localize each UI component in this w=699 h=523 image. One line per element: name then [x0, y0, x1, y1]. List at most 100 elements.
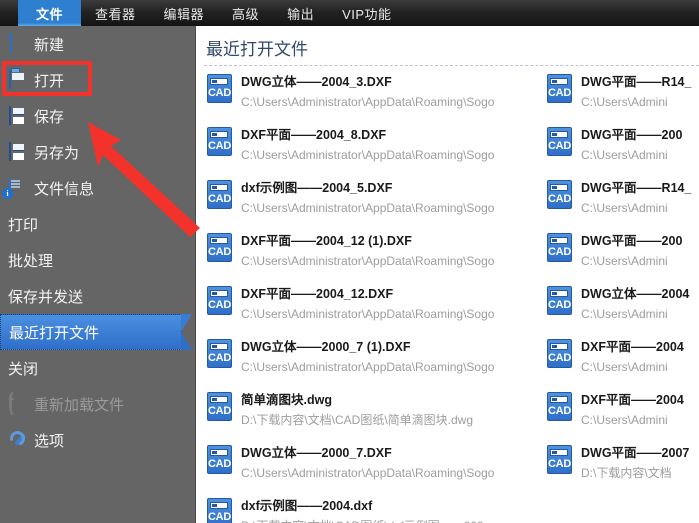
sidebar-item-print[interactable]: 打印: [0, 206, 195, 242]
sidebar-item-label: 关闭: [8, 360, 39, 378]
sidebar-item-label: 打印: [8, 216, 39, 234]
cad-file-icon: CAD: [546, 180, 574, 210]
cad-icon-label: CAD: [548, 352, 571, 364]
sidebar-item-label: 最近打开文件: [9, 324, 100, 342]
cad-icon-label: CAD: [208, 352, 231, 364]
cad-file-icon: CAD: [206, 180, 234, 210]
sidebar-item-new[interactable]: 新建: [0, 26, 195, 62]
recent-file-path: C:\Users\Administrator\AppData\Roaming\S…: [241, 307, 495, 321]
recent-files-grid: CAD DWG立体——2004_3.DXF C:\Users\Administr…: [196, 66, 699, 523]
recent-file-path: C:\Users\Administrator\AppData\Roaming\S…: [241, 254, 495, 268]
sidebar-item-label: 另存为: [34, 144, 80, 162]
sidebar-item-label: 新建: [34, 36, 65, 54]
sidebar-item-save[interactable]: 保存: [0, 98, 195, 134]
menu-tab-advanced[interactable]: 高级: [218, 0, 273, 26]
cad-icon-label: CAD: [548, 458, 571, 470]
panel-title-text: 最近打开文件: [206, 40, 308, 59]
cad-icon-label: CAD: [548, 246, 571, 258]
recent-file-name: DWG立体——2000_7 (1).DXF: [241, 340, 411, 354]
cad-file-icon: CAD: [206, 74, 234, 104]
recent-file-name: DXF平面——2004_8.DXF: [241, 128, 387, 142]
menu-tab-editor[interactable]: 编辑器: [150, 0, 219, 26]
recent-file-name: DWG平面——200: [581, 234, 683, 248]
recent-file-name: DXF平面——2004_12.DXF: [241, 287, 394, 301]
cad-file-icon: CAD: [206, 445, 234, 475]
recent-file-item[interactable]: CAD DWG平面——200 C:\Users\Admini: [542, 229, 699, 282]
recent-file-item[interactable]: CAD DWG立体——2004 C:\Users\Admini: [542, 282, 699, 335]
menu-tab-vip[interactable]: VIP功能: [328, 0, 405, 26]
cad-icon-label: CAD: [548, 140, 571, 152]
recent-file-path: C:\Users\Admini: [581, 413, 668, 427]
recent-file-item[interactable]: CAD DXF平面——2004_12 (1).DXF C:\Users\Admi…: [202, 229, 542, 282]
cad-file-icon: CAD: [546, 286, 574, 316]
cad-file-icon: CAD: [546, 445, 574, 475]
sidebar-item-label: 保存并发送: [8, 288, 84, 306]
selection-arrow-icon: [181, 314, 192, 350]
recent-file-item[interactable]: CAD 简单滴图块.dwg D:\下载内容\文档\CAD图纸\简单滴图块.dwg: [202, 388, 542, 441]
recent-file-name: DWG立体——2004: [581, 287, 690, 301]
save-as-disk-icon: [8, 141, 27, 162]
recent-file-name: DXF平面——2004: [581, 393, 684, 407]
title-divider: [204, 65, 699, 66]
cad-icon-label: CAD: [548, 193, 571, 205]
sidebar-item-label: 打开: [34, 72, 65, 90]
recent-file-path: C:\Users\Administrator\AppData\Roaming\S…: [241, 148, 495, 162]
cad-icon-label: CAD: [208, 405, 231, 417]
cad-file-icon: CAD: [206, 392, 234, 422]
recent-file-name: DWG平面——R14_: [581, 75, 692, 89]
cad-file-icon: CAD: [546, 339, 574, 369]
sidebar-item-open[interactable]: 打开: [0, 62, 195, 98]
cad-icon-label: CAD: [548, 405, 571, 417]
recent-file-name: DWG平面——R14_: [581, 181, 692, 195]
sidebar-item-save-as[interactable]: 另存为: [0, 134, 195, 170]
save-disk-icon: [8, 105, 27, 126]
recent-file-item[interactable]: CAD DXF平面——2004 C:\Users\Admini: [542, 388, 699, 441]
wrench-icon: [8, 431, 27, 450]
cad-icon-label: CAD: [208, 511, 231, 523]
menu-tab-file[interactable]: 文件: [18, 0, 82, 26]
recent-file-item[interactable]: CAD DXF平面——2004 C:\Users\Admini: [542, 335, 699, 388]
new-document-icon: [8, 33, 27, 54]
recent-files-panel: 最近打开文件 CAD DWG立体——2004_3.DXF C:\Users\Ad…: [196, 26, 699, 523]
recent-file-item[interactable]: CAD DWG平面——2007 D:\下载内容\文档: [542, 441, 699, 494]
recent-file-path: C:\Users\Administrator\AppData\Roaming\S…: [241, 201, 495, 215]
sidebar-item-recent-files[interactable]: 最近打开文件: [0, 314, 192, 350]
cad-icon-label: CAD: [208, 87, 231, 99]
file-menu-sidebar: 新建 打开 保存 另存为 文件信息 打印 批处理 保存并发送 最近打开文: [0, 26, 196, 523]
sidebar-item-save-and-send[interactable]: 保存并发送: [0, 278, 195, 314]
recent-file-item[interactable]: CAD dxf示例图——2004.dxf D:\下载内容\文档\CAD图纸\dx…: [202, 494, 542, 523]
recent-file-path: C:\Users\Administrator\AppData\Roaming\S…: [241, 466, 495, 480]
sidebar-item-batch[interactable]: 批处理: [0, 242, 195, 278]
recent-file-item[interactable]: CAD DWG平面——200 C:\Users\Admini: [542, 123, 699, 176]
menu-tab-output[interactable]: 输出: [273, 0, 328, 26]
recent-file-name: 简单滴图块.dwg: [241, 393, 332, 407]
recent-file-item[interactable]: CAD DWG立体——2004_3.DXF C:\Users\Administr…: [202, 70, 542, 123]
cad-file-icon: CAD: [546, 233, 574, 263]
open-folder-icon: [8, 69, 27, 90]
recent-file-name: DXF平面——2004_12 (1).DXF: [241, 234, 412, 248]
file-info-icon: [8, 177, 27, 198]
cad-file-icon: CAD: [206, 286, 234, 316]
recent-file-path: C:\Users\Admini: [581, 95, 668, 109]
recent-file-path: C:\Users\Administrator\AppData\Roaming\S…: [241, 360, 495, 374]
sidebar-item-label: 文件信息: [34, 180, 95, 198]
menu-tab-viewer[interactable]: 查看器: [81, 0, 150, 26]
recent-file-item[interactable]: CAD dxf示例图——2004_5.DXF C:\Users\Administ…: [202, 176, 542, 229]
recent-file-item[interactable]: CAD DWG平面——R14_ C:\Users\Admini: [542, 70, 699, 123]
recent-file-item[interactable]: CAD DXF平面——2004_12.DXF C:\Users\Administ…: [202, 282, 542, 335]
cad-file-icon: CAD: [206, 498, 234, 523]
sidebar-item-close[interactable]: 关闭: [0, 350, 195, 386]
recent-file-item[interactable]: CAD DWG平面——R14_ C:\Users\Admini: [542, 176, 699, 229]
recent-file-path: C:\Users\Admini: [581, 360, 668, 374]
recent-file-item[interactable]: CAD DWG立体——2000_7 (1).DXF C:\Users\Admin…: [202, 335, 542, 388]
recent-file-item[interactable]: CAD DWG立体——2000_7.DXF C:\Users\Administr…: [202, 441, 542, 494]
recent-file-name: DWG平面——200: [581, 128, 683, 142]
cad-file-icon: CAD: [546, 392, 574, 422]
sidebar-item-file-info[interactable]: 文件信息: [0, 170, 195, 206]
sidebar-item-options[interactable]: 选项: [0, 422, 195, 458]
recent-file-item[interactable]: CAD DXF平面——2004_8.DXF C:\Users\Administr…: [202, 123, 542, 176]
sidebar-item-label: 选项: [34, 432, 65, 450]
cad-file-icon: CAD: [206, 339, 234, 369]
recent-file-name: DWG平面——2007: [581, 446, 690, 460]
recent-file-path: C:\Users\Admini: [581, 148, 668, 162]
